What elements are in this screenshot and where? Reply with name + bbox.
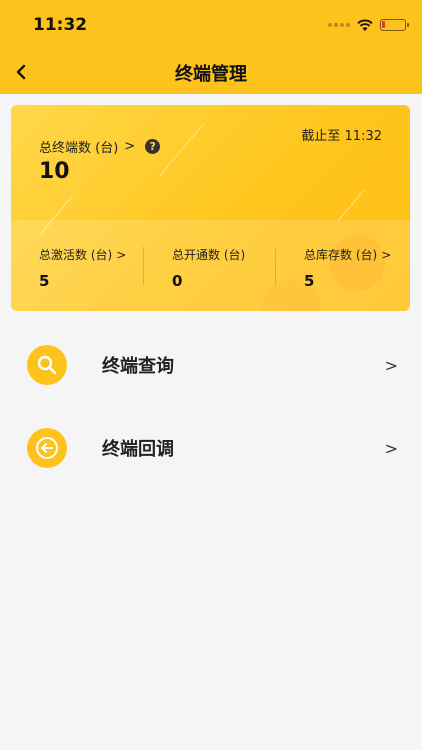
menu-label: 终端查询	[102, 356, 174, 377]
stat-opened: 总开通数 (台) 0	[172, 246, 245, 290]
total-terminals-link[interactable]: 总终端数 (台) > ?	[39, 137, 161, 156]
chevron-right-icon: >	[384, 438, 398, 458]
status-icons	[328, 18, 409, 32]
menu-label: 终端回调	[102, 439, 174, 460]
stat-value: 5	[39, 272, 50, 290]
help-icon[interactable]: ?	[145, 139, 161, 154]
summary-card: 总终端数 (台) > ? 10 截止至 11:32 总激活数 (台) > 5 总开…	[11, 105, 410, 311]
battery-icon	[380, 19, 409, 31]
chevron-right-icon: >	[381, 247, 392, 262]
divider	[143, 247, 144, 285]
chevron-right-icon: >	[124, 139, 136, 154]
stat-activated[interactable]: 总激活数 (台) > 5	[39, 246, 127, 291]
chevron-right-icon: >	[116, 247, 127, 262]
stat-label: 总库存数 (台)	[304, 248, 378, 262]
stat-label: 总开通数 (台)	[172, 248, 246, 262]
status-time: 11:32	[33, 15, 88, 35]
menu-item-terminal-callback[interactable]: 终端回调 >	[0, 408, 422, 488]
total-terminals-value: 10	[39, 159, 70, 184]
total-terminals-label: 总终端数 (台)	[39, 141, 119, 156]
stat-value: 5	[304, 272, 315, 290]
stat-inventory[interactable]: 总库存数 (台) > 5	[304, 246, 392, 291]
search-icon	[27, 345, 67, 385]
as-of-time: 截止至 11:32	[301, 129, 382, 144]
top-bar: 11:32 终端管理	[0, 0, 422, 94]
stat-label: 总激活数 (台)	[39, 248, 113, 262]
divider	[275, 247, 276, 285]
page-title: 终端管理	[175, 64, 247, 85]
return-icon	[27, 428, 67, 468]
menu-item-terminal-query[interactable]: 终端查询 >	[0, 325, 422, 405]
chevron-right-icon: >	[384, 355, 398, 375]
signal-icon	[328, 23, 350, 27]
stat-value: 0	[172, 272, 183, 290]
wifi-icon	[357, 19, 373, 31]
